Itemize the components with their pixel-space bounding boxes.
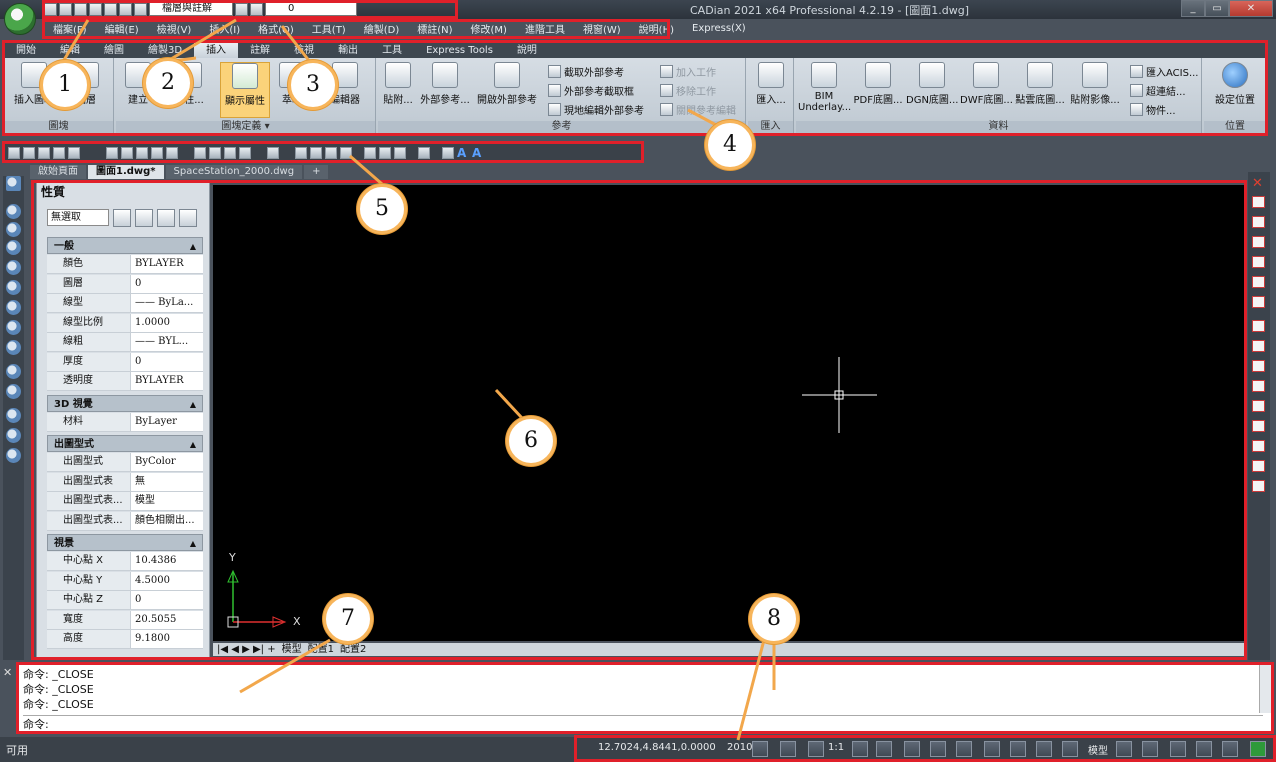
callout-8: 8 xyxy=(749,594,799,644)
callout-7: 7 xyxy=(323,594,373,644)
callout-6: 6 xyxy=(506,416,556,466)
pointer-7 xyxy=(239,638,331,694)
callout-4: 4 xyxy=(705,120,755,170)
callout-1: 1 xyxy=(40,60,90,110)
pointer-2a xyxy=(165,18,237,64)
callout-pointers xyxy=(62,18,776,741)
pointer-6 xyxy=(494,388,524,420)
callout-5: 5 xyxy=(357,184,407,234)
pointer-5 xyxy=(349,154,383,186)
pointer-3 xyxy=(280,25,312,63)
pointer-8a xyxy=(736,639,766,741)
pointer-1 xyxy=(62,19,90,61)
pointer-4 xyxy=(687,108,719,128)
callout-2: 2 xyxy=(143,58,193,108)
callout-3: 3 xyxy=(288,60,338,110)
